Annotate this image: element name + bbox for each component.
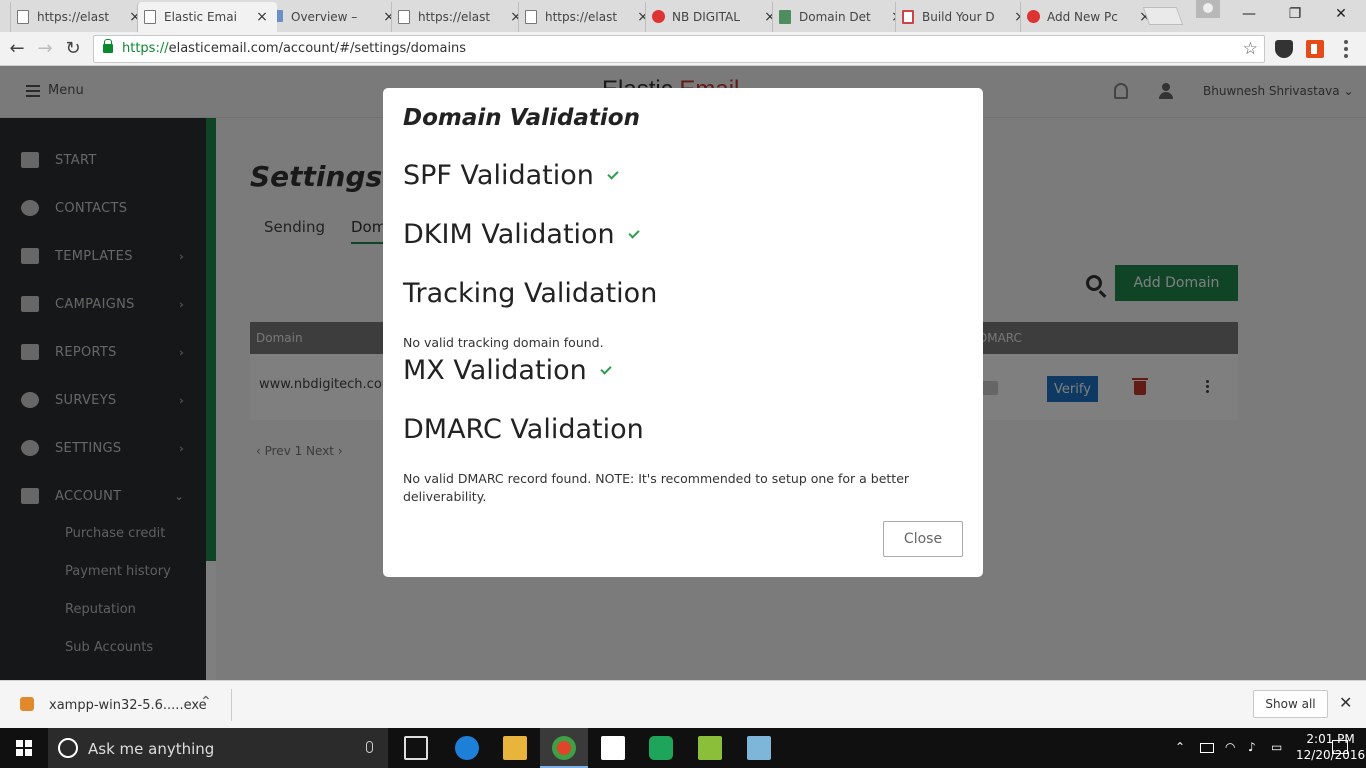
back-arrow-icon[interactable]: ← xyxy=(6,38,28,60)
tracking-validation-note: No valid tracking domain found. xyxy=(403,335,604,350)
checkmark-icon xyxy=(607,167,619,180)
browser-tab[interactable]: Domain Det× xyxy=(772,2,912,32)
volume-icon[interactable]: ♪ xyxy=(1248,740,1256,754)
messaging-icon[interactable] xyxy=(649,736,673,760)
search-box[interactable]: Ask me anything xyxy=(48,728,388,768)
browser-tab[interactable]: https://elast × xyxy=(391,2,531,32)
domain-icon xyxy=(779,10,791,24)
cortana-icon xyxy=(58,738,78,758)
spf-validation-heading: SPF Validation xyxy=(403,160,619,191)
restore-icon[interactable]: ❐ xyxy=(1280,4,1310,24)
browser-tab-active[interactable]: Elastic Emai × xyxy=(137,2,277,32)
keyboard-icon[interactable]: ▭ xyxy=(1271,740,1282,754)
bookmark-star-icon[interactable]: ☆ xyxy=(1243,36,1258,62)
dkim-validation-heading: DKIM Validation xyxy=(403,219,640,250)
download-item[interactable]: xampp-win32-5.6.....exe xyxy=(49,698,207,713)
new-tab-button[interactable] xyxy=(1142,7,1184,25)
browser-tab[interactable]: https://elast × xyxy=(518,2,658,32)
checkmark-icon xyxy=(628,226,640,239)
profile-icon[interactable] xyxy=(1196,0,1220,18)
divider xyxy=(231,689,232,721)
modal-title: Domain Validation xyxy=(403,105,640,131)
minimize-icon[interactable]: — xyxy=(1234,4,1264,24)
window-close-icon[interactable]: ✕ xyxy=(1326,4,1356,24)
nb-logo-icon xyxy=(1027,10,1040,23)
browser-tab-strip: https://elast × Elastic Emai × Overview – … xyxy=(0,0,1366,32)
page-icon xyxy=(525,10,537,24)
show-all-button[interactable]: Show all xyxy=(1253,690,1328,718)
chevron-up-icon[interactable]: ⌃ xyxy=(200,694,212,710)
lock-icon xyxy=(103,39,113,53)
download-bar: xampp-win32-5.6.....exe ⌃ Show all ✕ xyxy=(0,680,1366,728)
dmarc-validation-note: No valid DMARC record found. NOTE: It's … xyxy=(403,471,910,504)
browser-tab[interactable]: Add New Pc × xyxy=(1020,2,1160,32)
close-button[interactable]: Close xyxy=(883,521,963,557)
page-icon xyxy=(398,10,410,24)
forward-arrow-icon[interactable]: → xyxy=(34,38,56,60)
notifications-icon[interactable] xyxy=(1332,740,1348,754)
browser-toolbar: ← → ↻ https://elasticemail.com/account/#… xyxy=(0,32,1366,66)
system-clock[interactable]: 2:01 PM 12/20/2016 xyxy=(1296,731,1365,763)
store-icon[interactable] xyxy=(601,736,625,760)
wifi-icon[interactable]: ◠ xyxy=(1225,740,1235,754)
build-icon xyxy=(902,10,914,24)
browser-menu-icon[interactable] xyxy=(1344,40,1348,58)
installer-file-icon xyxy=(20,697,34,711)
chrome-icon[interactable] xyxy=(552,736,576,760)
office-icon[interactable] xyxy=(1306,40,1324,58)
file-explorer-icon[interactable] xyxy=(503,736,527,760)
microphone-icon[interactable] xyxy=(366,741,373,753)
mx-validation-heading: MX Validation xyxy=(403,355,612,386)
browser-tab[interactable]: https://elast × xyxy=(10,2,150,32)
browser-tab[interactable]: NB DIGITAL × xyxy=(645,2,785,32)
windows-taskbar: Ask me anything ⌃ ◠ ♪ ▭ 2:01 PM 12/20/201… xyxy=(0,728,1366,768)
address-bar[interactable]: https://elasticemail.com/account/#/setti… xyxy=(93,35,1265,63)
edge-icon[interactable] xyxy=(455,736,479,760)
page-icon xyxy=(144,10,156,24)
pocket-icon[interactable] xyxy=(1275,40,1293,58)
page-icon xyxy=(17,10,29,24)
show-hidden-icons-icon[interactable]: ⌃ xyxy=(1175,740,1185,754)
dmarc-validation-heading: DMARC Validation xyxy=(403,414,644,445)
windows-start-icon[interactable] xyxy=(16,740,32,756)
browser-tab[interactable]: Build Your D× xyxy=(895,2,1035,32)
reload-icon[interactable]: ↻ xyxy=(62,38,84,60)
battery-icon[interactable] xyxy=(1200,743,1214,753)
close-icon[interactable]: × xyxy=(255,9,269,25)
browser-tab[interactable]: Overview – × xyxy=(264,2,404,32)
close-icon[interactable]: ✕ xyxy=(1339,693,1352,712)
tracking-validation-heading: Tracking Validation xyxy=(403,278,658,309)
paint-icon[interactable] xyxy=(747,736,771,760)
domain-validation-modal: Domain Validation SPF Validation DKIM Va… xyxy=(383,88,983,577)
checkmark-icon xyxy=(600,362,612,375)
nb-logo-icon xyxy=(652,10,665,23)
sticky-notes-icon[interactable] xyxy=(698,736,722,760)
task-view-icon[interactable] xyxy=(404,736,428,760)
